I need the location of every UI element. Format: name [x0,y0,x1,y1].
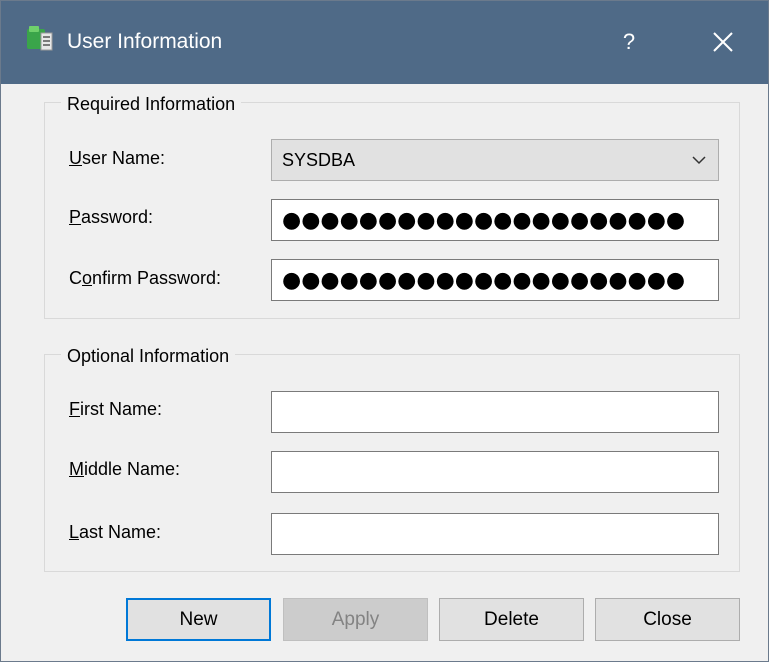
user-name-label: User Name: [69,148,166,168]
window-title: User Information [67,30,223,53]
first-name-field[interactable] [271,391,719,433]
confirm-password-field[interactable]: ●●●●●●●●●●●●●●●●●●●●● [271,259,719,301]
first-name-label: First Name: [69,399,163,419]
apply-button[interactable]: Apply [283,598,428,641]
middle-name-field[interactable] [271,451,719,493]
close-icon [713,32,733,52]
confirm-password-label: Confirm Password: [69,268,222,288]
user-name-value: SYSDBA [282,150,356,170]
password-field[interactable]: ●●●●●●●●●●●●●●●●●●●●● [271,199,719,241]
server-icon [27,26,53,51]
user-information-dialog: User Information ? Required Information … [0,0,769,662]
confirm-password-masked-value: ●●●●●●●●●●●●●●●●●●●●● [282,268,686,293]
password-label: Password: [69,207,154,227]
last-name-field[interactable] [271,513,719,555]
new-button[interactable]: New [126,598,271,641]
last-name-label: Last Name: [69,522,162,542]
optional-information-legend: Optional Information [61,345,236,367]
chevron-down-icon [692,156,706,165]
title-bar[interactable]: User Information ? [1,1,768,84]
user-name-combobox[interactable]: SYSDBA [271,139,719,181]
help-button[interactable]: ? [604,19,654,65]
required-information-legend: Required Information [61,93,242,115]
close-button[interactable]: Close [595,598,740,641]
delete-button[interactable]: Delete [439,598,584,641]
middle-name-label: Middle Name: [69,459,181,479]
close-window-button[interactable] [697,19,749,65]
password-masked-value: ●●●●●●●●●●●●●●●●●●●●● [282,208,686,233]
